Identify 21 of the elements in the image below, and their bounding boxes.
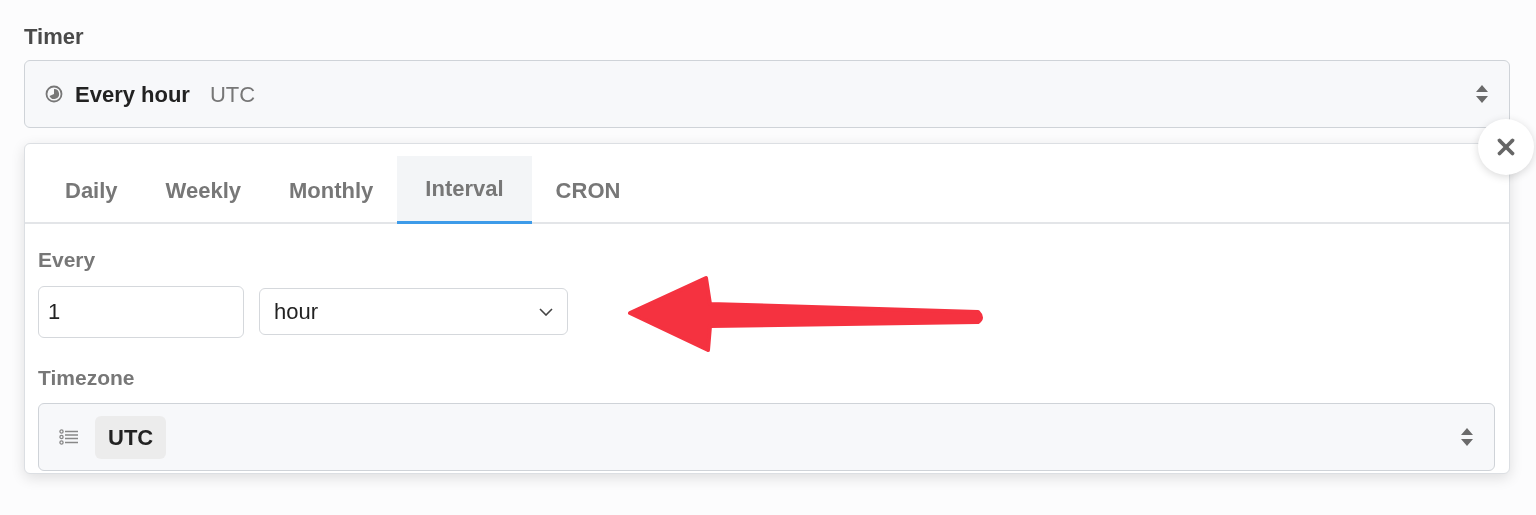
schedule-tab[interactable]: Interval: [397, 156, 532, 224]
updown-icon: [1460, 427, 1474, 447]
field-label: Every: [38, 247, 97, 273]
timer-value: Every hour: [75, 80, 190, 109]
close-button[interactable]: [1478, 119, 1534, 175]
list-icon: [59, 429, 79, 445]
timezone-chip: UTC: [95, 415, 167, 459]
amount-input[interactable]: 1: [38, 285, 244, 338]
unit-select[interactable]: hour: [259, 288, 568, 335]
chevron-down-icon: [539, 307, 553, 316]
field-label: Timer: [24, 23, 85, 51]
schedule-tab[interactable]: Weekly: [141, 156, 265, 224]
schedule-tab[interactable]: Monthly: [265, 156, 398, 224]
updown-icon: [1475, 84, 1489, 104]
schedule-tab[interactable]: Daily: [41, 156, 142, 224]
timer-icon: [45, 85, 63, 103]
timer-select[interactable]: Every hour UTC: [24, 60, 1510, 128]
field-label: Timezone: [38, 364, 136, 391]
timezone-select[interactable]: UTC: [38, 403, 1495, 471]
schedule-tab[interactable]: CRON: [531, 156, 645, 224]
timer-timezone: UTC: [209, 80, 256, 109]
